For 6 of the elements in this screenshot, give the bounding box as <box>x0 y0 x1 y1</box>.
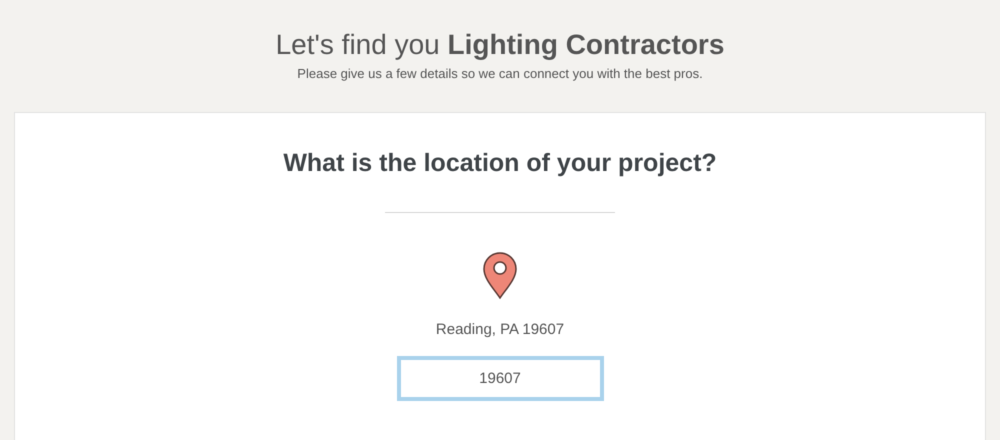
map-pin-icon <box>482 251 518 299</box>
page-title: Let's find you Lighting Contractors <box>276 28 724 62</box>
location-text: Reading, PA 19607 <box>436 320 564 340</box>
question-heading: What is the location of your project? <box>283 148 717 178</box>
page-subtitle: Please give us a few details so we can connect you with the best pros. <box>297 65 703 83</box>
zip-input-field[interactable]: 19607 <box>396 356 604 400</box>
